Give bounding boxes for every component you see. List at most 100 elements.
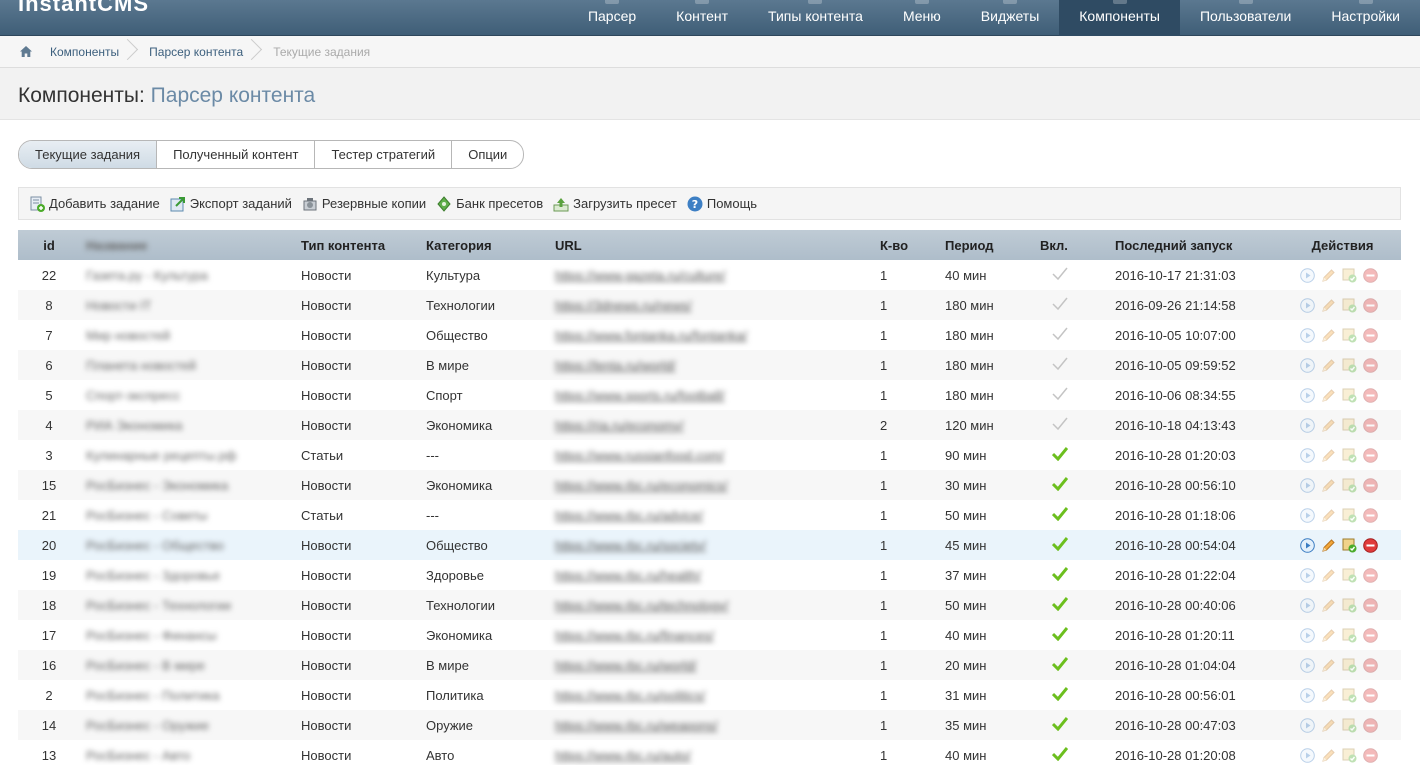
table-row[interactable]: 21 РосБизнес - Советы Статьи --- https://www… <box>18 500 1401 530</box>
nav-item-components[interactable]: Компоненты <box>1059 0 1180 36</box>
check-enabled-icon[interactable] <box>1051 536 1069 551</box>
cell-name[interactable]: Планета новостей <box>80 350 295 380</box>
nav-item-content[interactable]: Контент <box>656 0 748 36</box>
table-row[interactable]: 15 РосБизнес - Экономика Новости Экономика h… <box>18 470 1401 500</box>
delete-icon[interactable] <box>1363 447 1378 463</box>
check-disabled-icon[interactable] <box>1052 267 1068 281</box>
delete-icon[interactable] <box>1363 507 1378 523</box>
cell-url[interactable]: https://ria.ru/economy/ <box>549 410 874 440</box>
cell-enabled[interactable] <box>1034 740 1109 765</box>
edit-icon[interactable] <box>1321 328 1336 343</box>
cell-name[interactable]: Новости IT <box>80 290 295 320</box>
cell-name[interactable]: РосБизнес - Технологии <box>80 590 295 620</box>
run-icon[interactable] <box>1300 387 1315 403</box>
cell-name[interactable]: Спорт-экспресс <box>80 380 295 410</box>
edit-icon[interactable] <box>1321 268 1336 283</box>
database-check-icon[interactable] <box>1342 418 1357 433</box>
col-count[interactable]: К-во <box>874 230 939 260</box>
cell-name[interactable]: Газета.ру - Культура <box>80 260 295 290</box>
col-name[interactable]: Название <box>80 230 295 260</box>
edit-icon[interactable] <box>1321 748 1336 763</box>
cell-url[interactable]: https://www.fontanka.ru/fontanka/ <box>549 320 874 350</box>
run-icon[interactable] <box>1300 477 1315 493</box>
database-check-icon[interactable] <box>1342 538 1357 553</box>
cell-url[interactable]: https://www.rbc.ru/weapons/ <box>549 710 874 740</box>
load-preset-button[interactable]: Загрузить пресет <box>553 196 677 212</box>
tab-current-tasks[interactable]: Текущие задания <box>19 141 158 168</box>
cell-name[interactable]: РосБизнес - Экономика <box>80 470 295 500</box>
run-icon[interactable] <box>1300 267 1315 283</box>
url-link[interactable]: https://www.gazeta.ru/culture/ <box>555 268 726 283</box>
cell-enabled[interactable] <box>1034 620 1109 650</box>
cell-url[interactable]: https://www.rbc.ru/finances/ <box>549 620 874 650</box>
cell-enabled[interactable] <box>1034 290 1109 320</box>
run-icon[interactable] <box>1300 687 1315 703</box>
run-icon[interactable] <box>1300 657 1315 673</box>
table-row[interactable]: 19 РосБизнес - Здоровье Новости Здоровье htt… <box>18 560 1401 590</box>
backups-button[interactable]: Резервные копии <box>302 196 426 212</box>
cell-name[interactable]: РИА Экономика <box>80 410 295 440</box>
nav-item-content-types[interactable]: Типы контента <box>748 0 883 36</box>
check-disabled-icon[interactable] <box>1052 387 1068 401</box>
table-row[interactable]: 13 РосБизнес - Авто Новости Авто https://www… <box>18 740 1401 765</box>
cell-url[interactable]: https://www.rbc.ru/auto/ <box>549 740 874 765</box>
cell-url[interactable]: https://www.rbc.ru/politics/ <box>549 680 874 710</box>
url-link[interactable]: https://www.sports.ru/football/ <box>555 388 725 403</box>
database-check-icon[interactable] <box>1342 358 1357 373</box>
col-url[interactable]: URL <box>549 230 874 260</box>
cell-name[interactable]: РосБизнес - В мире <box>80 650 295 680</box>
col-period[interactable]: Период <box>939 230 1034 260</box>
url-link[interactable]: https://www.rbc.ru/advice/ <box>555 508 703 523</box>
run-icon[interactable] <box>1300 447 1315 463</box>
url-link[interactable]: https://ria.ru/economy/ <box>555 418 684 433</box>
database-check-icon[interactable] <box>1342 388 1357 403</box>
url-link[interactable]: https://www.rbc.ru/politics/ <box>555 688 705 703</box>
cell-url[interactable]: https://www.rbc.ru/society/ <box>549 530 874 560</box>
cell-enabled[interactable] <box>1034 500 1109 530</box>
add-task-button[interactable]: Добавить задание <box>29 196 160 212</box>
cell-url[interactable]: https://3dnews.ru/news/ <box>549 290 874 320</box>
cell-url[interactable]: https://www.rbc.ru/advice/ <box>549 500 874 530</box>
delete-icon[interactable] <box>1363 717 1378 733</box>
cell-enabled[interactable] <box>1034 260 1109 290</box>
edit-icon[interactable] <box>1321 418 1336 433</box>
database-check-icon[interactable] <box>1342 598 1357 613</box>
url-link[interactable]: https://3dnews.ru/news/ <box>555 298 692 313</box>
delete-icon[interactable] <box>1363 267 1378 283</box>
run-icon[interactable] <box>1300 357 1315 373</box>
edit-icon[interactable] <box>1321 388 1336 403</box>
table-row[interactable]: 18 РосБизнес - Технологии Новости Технологи… <box>18 590 1401 620</box>
cell-enabled[interactable] <box>1034 560 1109 590</box>
database-check-icon[interactable] <box>1342 268 1357 283</box>
check-enabled-icon[interactable] <box>1051 626 1069 641</box>
nav-item-menu[interactable]: Меню <box>883 0 961 36</box>
database-check-icon[interactable] <box>1342 568 1357 583</box>
database-check-icon[interactable] <box>1342 508 1357 523</box>
cell-name[interactable]: РосБизнес - Оружие <box>80 710 295 740</box>
home-icon[interactable] <box>12 36 40 68</box>
preset-bank-button[interactable]: Банк пресетов <box>436 195 543 212</box>
database-check-icon[interactable] <box>1342 748 1357 763</box>
edit-icon[interactable] <box>1321 688 1336 703</box>
cell-url[interactable]: https://lenta.ru/world/ <box>549 350 874 380</box>
cell-name[interactable]: Кулинарные рецепты.рф <box>80 440 295 470</box>
table-row[interactable]: 22 Газета.ру - Культура Новости Культура htt… <box>18 260 1401 290</box>
cell-name[interactable]: РосБизнес - Финансы <box>80 620 295 650</box>
cell-url[interactable]: https://www.rbc.ru/technology/ <box>549 590 874 620</box>
cell-enabled[interactable] <box>1034 470 1109 500</box>
delete-icon[interactable] <box>1363 477 1378 493</box>
database-check-icon[interactable] <box>1342 718 1357 733</box>
nav-item-users[interactable]: Пользователи <box>1180 0 1311 36</box>
logo[interactable]: InstantCMS <box>18 0 149 17</box>
breadcrumb-components[interactable]: Компоненты <box>40 36 139 68</box>
url-link[interactable]: https://www.rbc.ru/finances/ <box>555 628 714 643</box>
run-icon[interactable] <box>1300 567 1315 583</box>
database-check-icon[interactable] <box>1342 328 1357 343</box>
delete-icon[interactable] <box>1363 687 1378 703</box>
edit-icon[interactable] <box>1321 718 1336 733</box>
cell-name[interactable]: РосБизнес - Общество <box>80 530 295 560</box>
delete-icon[interactable] <box>1363 597 1378 613</box>
cell-enabled[interactable] <box>1034 680 1109 710</box>
table-row[interactable]: 17 РосБизнес - Финансы Новости Экономика htt… <box>18 620 1401 650</box>
database-check-icon[interactable] <box>1342 658 1357 673</box>
